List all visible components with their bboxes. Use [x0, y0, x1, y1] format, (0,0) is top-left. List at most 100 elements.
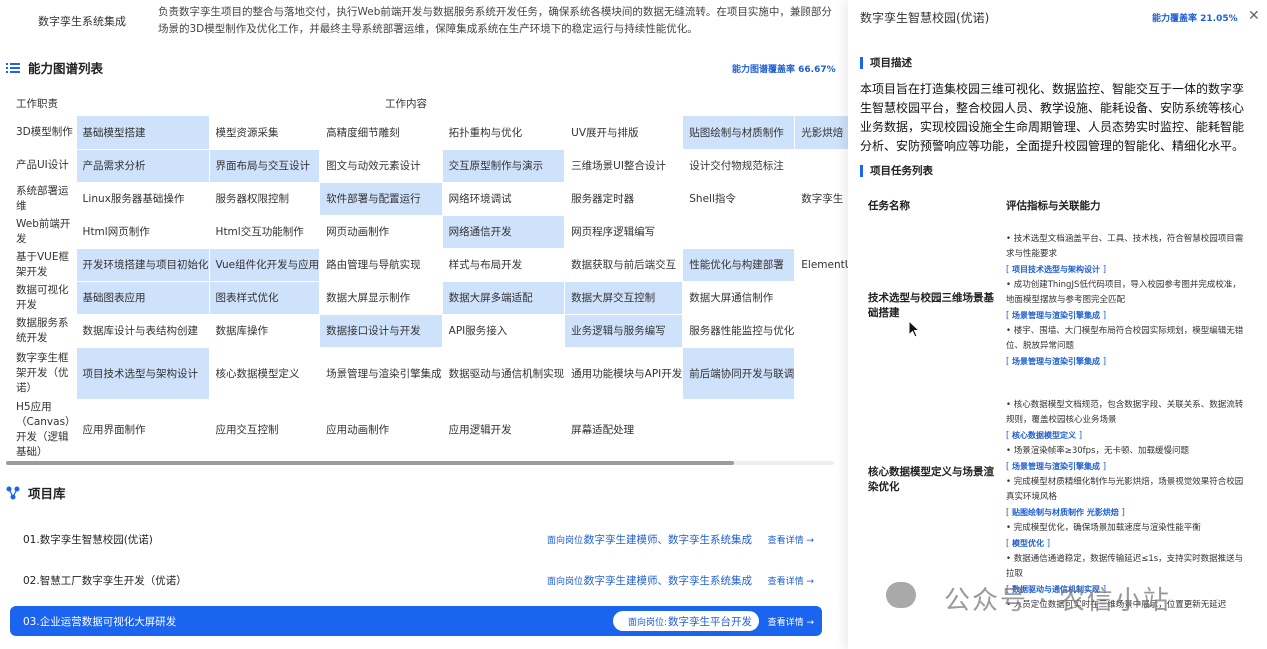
capability-cell: Linux服务器基础操作 — [76, 182, 210, 216]
capability-cell-covered: 界面布局与交互设计 — [209, 149, 321, 183]
col-task-header: 任务名称 — [868, 200, 910, 212]
criteria-tag-row: [ 核心数据模型定义 ] — [1006, 431, 1083, 441]
project-for-label: 面向岗位: — [546, 576, 586, 587]
ability-tag[interactable]: 核心数据模型定义 — [1012, 431, 1076, 440]
main-content: 数字孪生系统集成 负责数字孪生项目的整合与落地交付，执行Web前端开发与数据服务… — [0, 0, 848, 649]
project-item[interactable]: 02.智慧工厂数字孪生开发（优诺） 面向岗位: 数字孪生建模师、数字孪生系统集成… — [10, 565, 822, 595]
ability-tag[interactable]: 场景管理与渲染引擎集成 — [1012, 357, 1100, 366]
header-description: 负责数字孪生项目的整合与落地交付，执行Web前端开发与数据服务系统开发任务，确保… — [158, 6, 832, 35]
tasks-section-title: 项目任务列表 — [870, 165, 933, 177]
capability-cell-covered: 基础图表应用 — [76, 281, 210, 315]
ability-tag[interactable]: 项目技术选型与架构设计 — [1012, 265, 1100, 274]
close-icon[interactable]: ✕ — [1248, 8, 1260, 24]
capability-table: 工作职责 工作内容 3D模型制作 基础模型搭建 模型资源采集 高精度细节雕刻 拓扑重构与… — [10, 90, 848, 461]
row-role: 数据可视化开发 — [10, 281, 77, 315]
project-roles: 数字孪生平台开发 — [668, 615, 752, 628]
capability-cell: 数字孪生 — [794, 182, 848, 216]
capability-coverage: 能力图谱覆盖率 66.67% — [732, 65, 836, 75]
criteria-item: • 场景渲染帧率≥30fps，无卡顿、加载缓慢问题 — [1006, 446, 1189, 456]
capability-cell-covered: 软件部署与配置运行 — [319, 182, 443, 216]
desc-section-title: 项目描述 — [870, 57, 912, 69]
table-row: 3D模型制作 基础模型搭建 模型资源采集 高精度细节雕刻 拓扑重构与优化 UV展开与排版贴… — [10, 116, 848, 150]
capability-cell — [794, 347, 848, 400]
capability-cell-covered: 数据大屏交互控制 — [564, 281, 684, 315]
criteria-item: • 技术选型文档涵盖平台、工具、技术栈，符合智慧校园项目需求与性能要求 — [1006, 234, 1244, 259]
row-role: 基于VUE框架开发 — [10, 248, 77, 282]
capability-cell: 模型资源采集 — [209, 116, 321, 150]
wechat-logo-icon — [886, 582, 916, 608]
capability-cell: 数据驱动与通信机制实现 — [442, 347, 566, 400]
capability-cell: 拓扑重构与优化 — [442, 116, 566, 150]
capability-cell: 场景管理与渲染引擎集成 — [319, 347, 443, 400]
project-item-active[interactable]: 03.企业运营数据可视化大屏研发 面向岗位: 数字孪生平台开发 查看详情 → — [10, 606, 822, 636]
panel-coverage: 能力覆盖率 21.05% — [1152, 14, 1238, 24]
list-icon — [6, 60, 20, 74]
table-row: 数据服务系统开发 数据库设计与表结构创建 数据库操作 数据接口设计与开发 API服务接入… — [10, 314, 848, 348]
capability-cell: 高精度细节雕刻 — [319, 116, 443, 150]
capability-cell-covered: 贴图绘制与材质制作 — [682, 116, 796, 150]
table-header-row: 工作职责 工作内容 — [10, 90, 848, 116]
project-roles: 数字孪生建模师、数字孪生系统集成 — [584, 533, 752, 546]
ability-tag[interactable]: 场景管理与渲染引擎集成 — [1012, 311, 1100, 320]
capability-cell: 网页程序逻辑编写 — [564, 215, 684, 249]
capability-cell-covered: 前后端协同开发与联调 — [682, 347, 796, 400]
capability-cell: 设计交付物规范标注 — [682, 149, 796, 183]
capability-cell-covered: 数据大屏多端适配 — [442, 281, 566, 315]
capability-title: 能力图谱列表 — [28, 60, 104, 76]
ability-tag[interactable]: 模型优化 — [1012, 539, 1044, 548]
network-icon — [6, 485, 20, 500]
mouse-cursor-icon — [908, 319, 921, 342]
capability-cell: 数据大屏显示制作 — [319, 281, 443, 315]
capability-cell-covered: 项目技术选型与架构设计 — [76, 347, 210, 400]
capability-cell-covered: 交互原型制作与演示 — [442, 149, 566, 183]
view-detail-link[interactable]: 查看详情 → — [768, 574, 814, 587]
capability-cell: 数据库设计与表结构创建 — [76, 314, 210, 348]
capability-cell: 路由管理与导航实现 — [319, 248, 443, 282]
row-role: 数据服务系统开发 — [10, 314, 77, 348]
panel-title: 数字孪生智慧校园(优诺) — [860, 11, 990, 25]
capability-cell-covered: 图表样式优化 — [209, 281, 321, 315]
ability-tag[interactable]: 贴图绘制与材质制作 光影烘焙 — [1012, 508, 1119, 517]
project-roles: 数字孪生建模师、数字孪生系统集成 — [584, 574, 752, 587]
capability-cell: 核心数据模型定义 — [209, 347, 321, 400]
task-criteria: • 技术选型文档涵盖平台、工具、技术栈，符合智慧校园项目需求与性能要求 [ 项目技… — [1006, 232, 1246, 370]
view-detail-link[interactable]: 查看详情 → — [768, 615, 814, 628]
criteria-item: • 完成模型材质精细化制作与光影烘焙，场景视觉效果符合校园真实环境风格 — [1006, 477, 1244, 502]
row-role: H5应用（Canvas）开发（逻辑基础） — [10, 399, 77, 461]
capability-cell: 屏幕适配处理 — [564, 399, 684, 461]
criteria-item: • 楼宇、围墙、大门模型布局符合校园实际规划，模型编辑无错位、脱放异常问题 — [1006, 326, 1244, 351]
capability-cell — [682, 215, 796, 249]
capability-cell: 三维场景UI整合设计 — [564, 149, 684, 183]
criteria-item: • 核心数据模型文档规范，包含数据字段、关联关系、数据流转规则，覆盖校园核心业务… — [1006, 400, 1244, 425]
criteria-tag-row: [ 场景管理与渲染引擎集成 ] — [1006, 462, 1107, 472]
task-name: 技术选型与校园三维场景基础搭建 — [868, 292, 994, 319]
criteria-tag-row: [ 场景管理与渲染引擎集成 ] — [1006, 357, 1107, 367]
capability-cell-covered: 光影烘焙 — [794, 116, 848, 150]
page: 数字孪生系统集成 负责数字孪生项目的整合与落地交付，执行Web前端开发与数据服务… — [0, 0, 1267, 649]
project-name: 03.企业运营数据可视化大屏研发 — [23, 615, 177, 628]
table-row: 数字孪生框架开发（优诺） 项目技术选型与架构设计 核心数据模型定义 场景管理与渲染引擎… — [10, 347, 848, 400]
criteria-item: • 成功创建ThingJS低代码项目，导入校园参考图并完成校准，地面模型摆放与参… — [1006, 280, 1241, 305]
horizontal-scrollbar[interactable] — [6, 461, 834, 465]
row-role: 产品UI设计 — [10, 149, 77, 183]
criteria-item: • 完成模型优化，确保场景加载速度与渲染性能平衡 — [1006, 523, 1201, 533]
capability-cell — [794, 215, 848, 249]
criteria-tag-row: [ 场景管理与渲染引擎集成 ] — [1006, 311, 1107, 321]
section-bar — [860, 56, 863, 69]
view-detail-link[interactable]: 查看详情 → — [768, 533, 814, 546]
table-row: Web前端开发 Html网页制作 Html交互功能制作 网页动画制作 网络通信开发 网页程… — [10, 215, 848, 249]
table-row: 基于VUE框架开发 开发环境搭建与项目初始化 Vue组件化开发与应用 路由管理与导航实… — [10, 248, 848, 282]
scrollbar-thumb[interactable] — [6, 461, 734, 465]
criteria-item: • 数据通信通道稳定，数据传输延迟≤1s，支持实时数据推送与拉取 — [1006, 554, 1244, 579]
capability-cell: UV展开与排版 — [564, 116, 684, 150]
project-for-label: 面向岗位: — [627, 617, 667, 628]
criteria-tag-row: [ 项目技术选型与架构设计 ] — [1006, 265, 1107, 275]
ability-tag[interactable]: 场景管理与渲染引擎集成 — [1012, 462, 1100, 471]
capability-cell: 数据大屏通信制作 — [682, 281, 796, 315]
table-row: 系统部署运维 Linux服务器基础操作 服务器权限控制 软件部署与配置运行 网络环境调试… — [10, 182, 848, 216]
capability-cell: 服务器定时器 — [564, 182, 684, 216]
project-title: 项目库 — [28, 485, 66, 501]
section-bar — [860, 164, 863, 177]
capability-cell-covered: 产品需求分析 — [76, 149, 210, 183]
project-item[interactable]: 01.数字孪生智慧校园(优诺) 面向岗位: 数字孪生建模师、数字孪生系统集成 查… — [10, 524, 822, 554]
